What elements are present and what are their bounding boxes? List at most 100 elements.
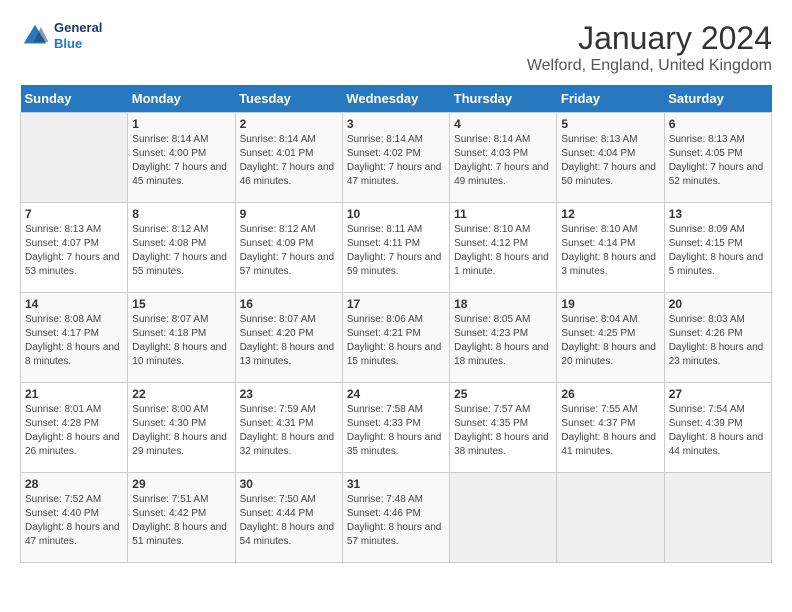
- day-info: Sunrise: 8:09 AM Sunset: 4:15 PM Dayligh…: [669, 223, 767, 279]
- calendar-cell: 15 Sunrise: 8:07 AM Sunset: 4:18 PM Dayl…: [128, 293, 235, 383]
- day-info: Sunrise: 8:10 AM Sunset: 4:14 PM Dayligh…: [561, 223, 659, 279]
- sunset-text: Sunset: 4:08 PM: [132, 237, 230, 251]
- day-number: 12: [561, 207, 659, 221]
- sunrise-text: Sunrise: 8:04 AM: [561, 313, 659, 327]
- sunset-text: Sunset: 4:25 PM: [561, 327, 659, 341]
- sunset-text: Sunset: 4:14 PM: [561, 237, 659, 251]
- day-number: 14: [25, 297, 123, 311]
- sunset-text: Sunset: 4:20 PM: [240, 327, 338, 341]
- sunset-text: Sunset: 4:37 PM: [561, 417, 659, 431]
- day-info: Sunrise: 8:10 AM Sunset: 4:12 PM Dayligh…: [454, 223, 552, 279]
- sunrise-text: Sunrise: 7:58 AM: [347, 403, 445, 417]
- day-info: Sunrise: 7:52 AM Sunset: 4:40 PM Dayligh…: [25, 493, 123, 549]
- daylight-text: Daylight: 8 hours and 54 minutes.: [240, 521, 338, 549]
- calendar-table: SundayMondayTuesdayWednesdayThursdayFrid…: [20, 85, 772, 563]
- sunrise-text: Sunrise: 7:54 AM: [669, 403, 767, 417]
- sunrise-text: Sunrise: 8:12 AM: [132, 223, 230, 237]
- calendar-week-row: 14 Sunrise: 8:08 AM Sunset: 4:17 PM Dayl…: [21, 293, 772, 383]
- day-number: 17: [347, 297, 445, 311]
- daylight-text: Daylight: 8 hours and 13 minutes.: [240, 341, 338, 369]
- sunset-text: Sunset: 4:21 PM: [347, 327, 445, 341]
- calendar-cell: 3 Sunrise: 8:14 AM Sunset: 4:02 PM Dayli…: [342, 113, 449, 203]
- day-info: Sunrise: 8:14 AM Sunset: 4:01 PM Dayligh…: [240, 133, 338, 189]
- day-info: Sunrise: 8:14 AM Sunset: 4:00 PM Dayligh…: [132, 133, 230, 189]
- sunrise-text: Sunrise: 8:09 AM: [669, 223, 767, 237]
- sunset-text: Sunset: 4:35 PM: [454, 417, 552, 431]
- daylight-text: Daylight: 8 hours and 57 minutes.: [347, 521, 445, 549]
- sunset-text: Sunset: 4:42 PM: [132, 507, 230, 521]
- daylight-text: Daylight: 8 hours and 20 minutes.: [561, 341, 659, 369]
- day-number: 23: [240, 387, 338, 401]
- daylight-text: Daylight: 7 hours and 57 minutes.: [240, 251, 338, 279]
- day-number: 7: [25, 207, 123, 221]
- calendar-cell: 7 Sunrise: 8:13 AM Sunset: 4:07 PM Dayli…: [21, 203, 128, 293]
- sunset-text: Sunset: 4:02 PM: [347, 147, 445, 161]
- daylight-text: Daylight: 7 hours and 59 minutes.: [347, 251, 445, 279]
- calendar-cell: 6 Sunrise: 8:13 AM Sunset: 4:05 PM Dayli…: [664, 113, 771, 203]
- day-info: Sunrise: 8:05 AM Sunset: 4:23 PM Dayligh…: [454, 313, 552, 369]
- sunrise-text: Sunrise: 7:50 AM: [240, 493, 338, 507]
- sunrise-text: Sunrise: 7:59 AM: [240, 403, 338, 417]
- day-info: Sunrise: 7:58 AM Sunset: 4:33 PM Dayligh…: [347, 403, 445, 459]
- day-number: 30: [240, 477, 338, 491]
- calendar-cell: 18 Sunrise: 8:05 AM Sunset: 4:23 PM Dayl…: [450, 293, 557, 383]
- daylight-text: Daylight: 8 hours and 44 minutes.: [669, 431, 767, 459]
- daylight-text: Daylight: 8 hours and 15 minutes.: [347, 341, 445, 369]
- day-info: Sunrise: 8:00 AM Sunset: 4:30 PM Dayligh…: [132, 403, 230, 459]
- day-info: Sunrise: 7:48 AM Sunset: 4:46 PM Dayligh…: [347, 493, 445, 549]
- daylight-text: Daylight: 8 hours and 38 minutes.: [454, 431, 552, 459]
- daylight-text: Daylight: 8 hours and 8 minutes.: [25, 341, 123, 369]
- calendar-week-row: 1 Sunrise: 8:14 AM Sunset: 4:00 PM Dayli…: [21, 113, 772, 203]
- sunset-text: Sunset: 4:30 PM: [132, 417, 230, 431]
- calendar-cell: 20 Sunrise: 8:03 AM Sunset: 4:26 PM Dayl…: [664, 293, 771, 383]
- day-number: 21: [25, 387, 123, 401]
- day-info: Sunrise: 7:50 AM Sunset: 4:44 PM Dayligh…: [240, 493, 338, 549]
- title-area: January 2024 Welford, England, United Ki…: [527, 20, 772, 75]
- sunset-text: Sunset: 4:01 PM: [240, 147, 338, 161]
- calendar-cell: 26 Sunrise: 7:55 AM Sunset: 4:37 PM Dayl…: [557, 383, 664, 473]
- daylight-text: Daylight: 8 hours and 35 minutes.: [347, 431, 445, 459]
- calendar-cell: [664, 473, 771, 563]
- day-number: 10: [347, 207, 445, 221]
- day-number: 22: [132, 387, 230, 401]
- daylight-text: Daylight: 8 hours and 32 minutes.: [240, 431, 338, 459]
- sunset-text: Sunset: 4:03 PM: [454, 147, 552, 161]
- calendar-cell: 10 Sunrise: 8:11 AM Sunset: 4:11 PM Dayl…: [342, 203, 449, 293]
- day-number: 20: [669, 297, 767, 311]
- page-subtitle: Welford, England, United Kingdom: [527, 57, 772, 75]
- sunrise-text: Sunrise: 7:57 AM: [454, 403, 552, 417]
- calendar-cell: 31 Sunrise: 7:48 AM Sunset: 4:46 PM Dayl…: [342, 473, 449, 563]
- sunrise-text: Sunrise: 8:07 AM: [240, 313, 338, 327]
- day-info: Sunrise: 8:06 AM Sunset: 4:21 PM Dayligh…: [347, 313, 445, 369]
- sunset-text: Sunset: 4:33 PM: [347, 417, 445, 431]
- sunset-text: Sunset: 4:39 PM: [669, 417, 767, 431]
- day-number: 6: [669, 117, 767, 131]
- daylight-text: Daylight: 8 hours and 23 minutes.: [669, 341, 767, 369]
- sunrise-text: Sunrise: 8:00 AM: [132, 403, 230, 417]
- day-number: 5: [561, 117, 659, 131]
- day-info: Sunrise: 8:01 AM Sunset: 4:28 PM Dayligh…: [25, 403, 123, 459]
- sunrise-text: Sunrise: 7:48 AM: [347, 493, 445, 507]
- sunset-text: Sunset: 4:31 PM: [240, 417, 338, 431]
- calendar-cell: 23 Sunrise: 7:59 AM Sunset: 4:31 PM Dayl…: [235, 383, 342, 473]
- day-number: 28: [25, 477, 123, 491]
- day-number: 4: [454, 117, 552, 131]
- sunrise-text: Sunrise: 8:14 AM: [347, 133, 445, 147]
- day-info: Sunrise: 7:59 AM Sunset: 4:31 PM Dayligh…: [240, 403, 338, 459]
- day-info: Sunrise: 8:12 AM Sunset: 4:08 PM Dayligh…: [132, 223, 230, 279]
- sunset-text: Sunset: 4:28 PM: [25, 417, 123, 431]
- calendar-cell: 2 Sunrise: 8:14 AM Sunset: 4:01 PM Dayli…: [235, 113, 342, 203]
- sunset-text: Sunset: 4:04 PM: [561, 147, 659, 161]
- daylight-text: Daylight: 8 hours and 18 minutes.: [454, 341, 552, 369]
- sunset-text: Sunset: 4:44 PM: [240, 507, 338, 521]
- sunset-text: Sunset: 4:07 PM: [25, 237, 123, 251]
- sunset-text: Sunset: 4:18 PM: [132, 327, 230, 341]
- sunrise-text: Sunrise: 8:11 AM: [347, 223, 445, 237]
- sunrise-text: Sunrise: 7:52 AM: [25, 493, 123, 507]
- day-info: Sunrise: 8:13 AM Sunset: 4:04 PM Dayligh…: [561, 133, 659, 189]
- calendar-cell: [450, 473, 557, 563]
- sunrise-text: Sunrise: 8:03 AM: [669, 313, 767, 327]
- sunset-text: Sunset: 4:05 PM: [669, 147, 767, 161]
- day-number: 11: [454, 207, 552, 221]
- calendar-header-row: SundayMondayTuesdayWednesdayThursdayFrid…: [21, 85, 772, 113]
